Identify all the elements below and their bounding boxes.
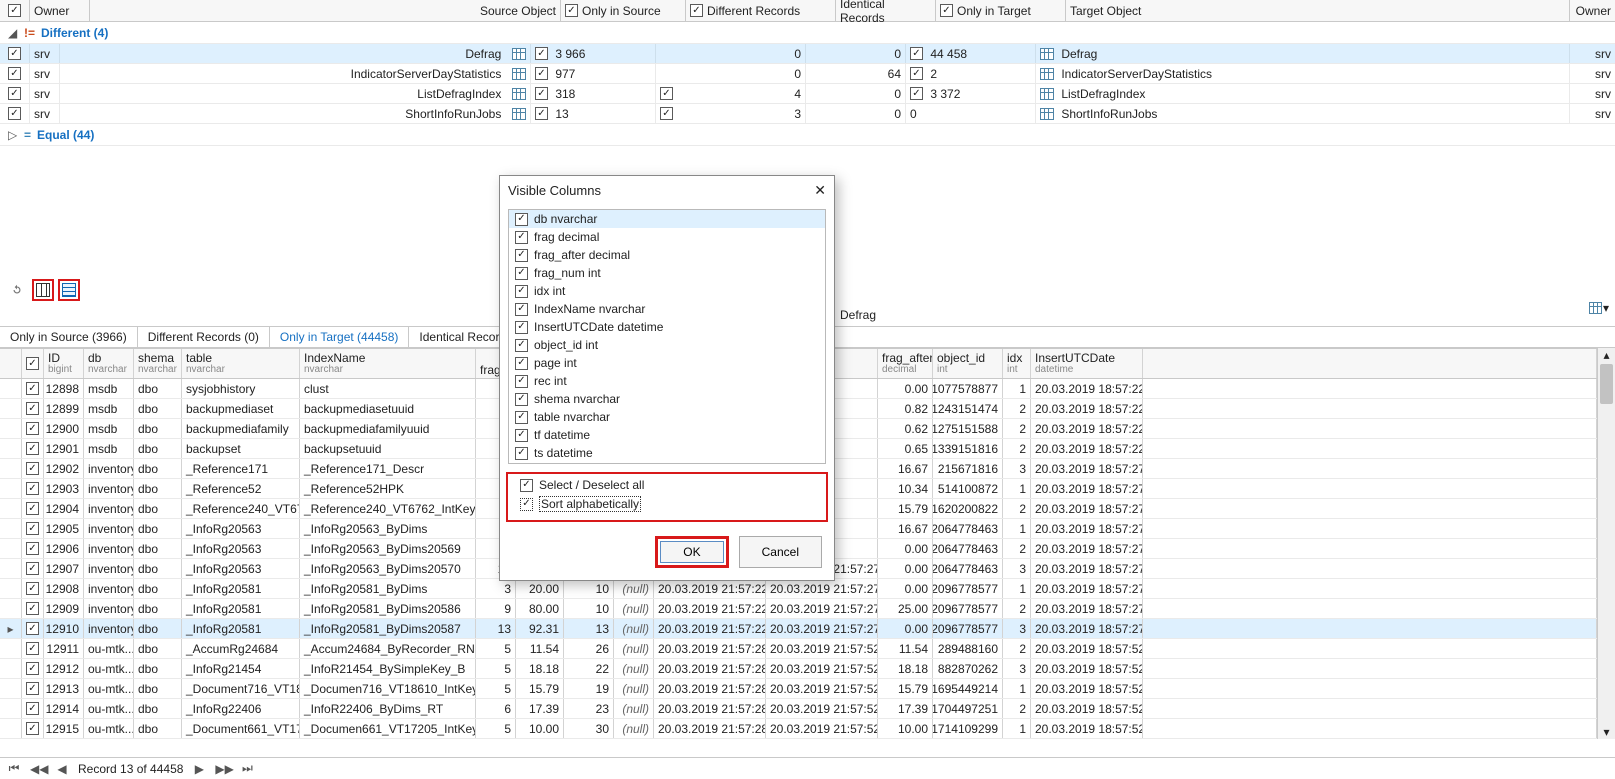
col-shema[interactable]: shemanvarchar (134, 349, 182, 378)
collapse-icon[interactable]: ◢ (8, 26, 18, 40)
comparison-row[interactable]: srvIndicatorServerDayStatistics 977064 2… (0, 64, 1615, 84)
comparison-row[interactable]: srvListDefragIndex 31840 3 372 ListDefra… (0, 84, 1615, 104)
header-source-object[interactable]: Source Object (90, 0, 561, 21)
equal-icon: = (24, 128, 31, 142)
checkbox-header[interactable] (22, 349, 44, 378)
col-indexname[interactable]: IndexNamenvarchar (300, 349, 476, 378)
tab-only-in-source[interactable]: Only in Source (3966) (0, 327, 138, 347)
column-item[interactable]: frag_after decimal (509, 246, 825, 264)
table-icon (512, 88, 526, 100)
column-item[interactable]: ts datetime (509, 444, 825, 462)
header-identical-records[interactable]: Identical Records (836, 0, 936, 21)
sync-icon[interactable] (6, 279, 28, 301)
table-row[interactable]: 12914ou-mtk...dbo_InfoRg22406_InfoR22406… (0, 699, 1597, 719)
col-insert-utc[interactable]: InsertUTCDatedatetime (1031, 349, 1143, 378)
dialog-title-bar: Visible Columns ✕ (500, 176, 834, 205)
col-blank (1143, 349, 1597, 378)
nav-next-icon[interactable]: ▶ (191, 762, 207, 776)
column-item[interactable]: db nvarchar (509, 210, 825, 228)
header-different-records[interactable]: Different Records (686, 0, 836, 21)
vertical-scrollbar[interactable]: ▴ ▾ (1597, 348, 1615, 739)
col-frag-after[interactable]: frag_afterdecimal (878, 349, 933, 378)
options-highlight: Select / Deselect all Sort alphabeticall… (506, 472, 828, 522)
col-db[interactable]: dbnvarchar (84, 349, 134, 378)
comparison-header: Owner Source Object Only in Source Diffe… (0, 0, 1615, 22)
select-deselect-all[interactable]: Select / Deselect all (520, 478, 814, 492)
group-equal-label: Equal (44) (37, 128, 94, 142)
nav-next-page-icon[interactable]: ▶▶ (215, 762, 231, 776)
header-only-in-source[interactable]: Only in Source (561, 0, 686, 21)
nav-last-icon[interactable]: ⏭ (239, 761, 255, 776)
table-icon (1040, 68, 1054, 80)
record-position: Record 13 of 44458 (78, 762, 183, 776)
ok-button[interactable]: OK (660, 541, 723, 563)
table-icon (1040, 88, 1054, 100)
ok-highlight: OK (655, 536, 728, 568)
header-owner-left[interactable]: Owner (30, 0, 90, 21)
table-row[interactable]: 12909inventorydbo_InfoRg20581_InfoRg2058… (0, 599, 1597, 619)
column-item[interactable]: frag_num int (509, 264, 825, 282)
comparison-row[interactable]: srvShortInfoRunJobs 13300 ShortInfoRunJo… (0, 104, 1615, 124)
tab-only-in-target[interactable]: Only in Target (44458) (270, 327, 410, 347)
column-item[interactable]: InsertUTCDate datetime (509, 318, 825, 336)
header-checkbox[interactable] (0, 0, 30, 21)
nav-first-icon[interactable]: ⏮ (6, 761, 22, 776)
column-item[interactable]: tf datetime (509, 426, 825, 444)
nav-prev-page-icon[interactable]: ◀◀ (30, 762, 46, 776)
header-only-in-target[interactable]: Only in Target (936, 0, 1066, 21)
column-item[interactable]: idx int (509, 282, 825, 300)
table-row[interactable]: 12908inventorydbo_InfoRg20581_InfoRg2058… (0, 579, 1597, 599)
column-item[interactable]: frag decimal (509, 228, 825, 246)
expand-icon[interactable]: ▷ (8, 128, 18, 142)
header-owner-right[interactable]: Owner (1570, 0, 1615, 21)
visible-columns-dialog: Visible Columns ✕ db nvarcharfrag decima… (499, 175, 835, 581)
comparison-row[interactable]: srvDefrag 3 96600 44 458 Defragsrv (0, 44, 1615, 64)
list-button[interactable] (58, 279, 80, 301)
table-icon (512, 108, 526, 120)
columns-button[interactable] (32, 279, 54, 301)
group-different[interactable]: ◢ != Different (4) (0, 22, 1615, 44)
close-icon[interactable]: ✕ (814, 182, 826, 199)
col-idx[interactable]: idxint (1003, 349, 1031, 378)
columns-list[interactable]: db nvarcharfrag decimalfrag_after decima… (508, 209, 826, 464)
nav-prev-icon[interactable]: ◀ (54, 762, 70, 776)
header-target-object[interactable]: Target Object (1066, 0, 1570, 21)
group-equal[interactable]: ▷ = Equal (44) (0, 124, 1615, 146)
sort-alphabetically[interactable]: Sort alphabetically (520, 496, 814, 512)
table-row[interactable]: 12913ou-mtk...dbo_Document716_VT18..._Do… (0, 679, 1597, 699)
col-table[interactable]: tablenvarchar (182, 349, 300, 378)
column-item[interactable]: IndexName nvarchar (509, 300, 825, 318)
table-icon (1040, 108, 1054, 120)
cancel-button[interactable]: Cancel (739, 536, 822, 568)
not-equal-icon: != (24, 26, 35, 40)
column-item[interactable]: shema nvarchar (509, 390, 825, 408)
column-item[interactable]: rec int (509, 372, 825, 390)
col-object-id[interactable]: object_idint (933, 349, 1003, 378)
table-icon (512, 68, 526, 80)
row-indicator-header (0, 349, 22, 378)
column-item[interactable]: table nvarchar (509, 408, 825, 426)
table-row[interactable]: 12912ou-mtk...dbo_InfoRg21454_InfoR21454… (0, 659, 1597, 679)
column-item[interactable]: object_id int (509, 336, 825, 354)
table-row[interactable]: 12915ou-mtk...dbo_Document661_VT17..._Do… (0, 719, 1597, 739)
table-icon (512, 48, 526, 60)
grid-options-icon[interactable]: ▾ (1589, 298, 1609, 318)
table-icon (1040, 48, 1054, 60)
navigator-footer: ⏮ ◀◀ ◀ Record 13 of 44458 ▶ ▶▶ ⏭ (0, 757, 1615, 779)
table-row[interactable]: ▸12910inventorydbo_InfoRg20581_InfoRg205… (0, 619, 1597, 639)
col-id[interactable]: IDbigint (44, 349, 84, 378)
tab-different-records[interactable]: Different Records (0) (138, 327, 270, 347)
table-row[interactable]: 12911ou-mtk...dbo_AccumRg24684_Accum2468… (0, 639, 1597, 659)
column-item[interactable]: page int (509, 354, 825, 372)
group-different-label: Different (4) (41, 26, 108, 40)
dialog-title: Visible Columns (508, 183, 601, 198)
